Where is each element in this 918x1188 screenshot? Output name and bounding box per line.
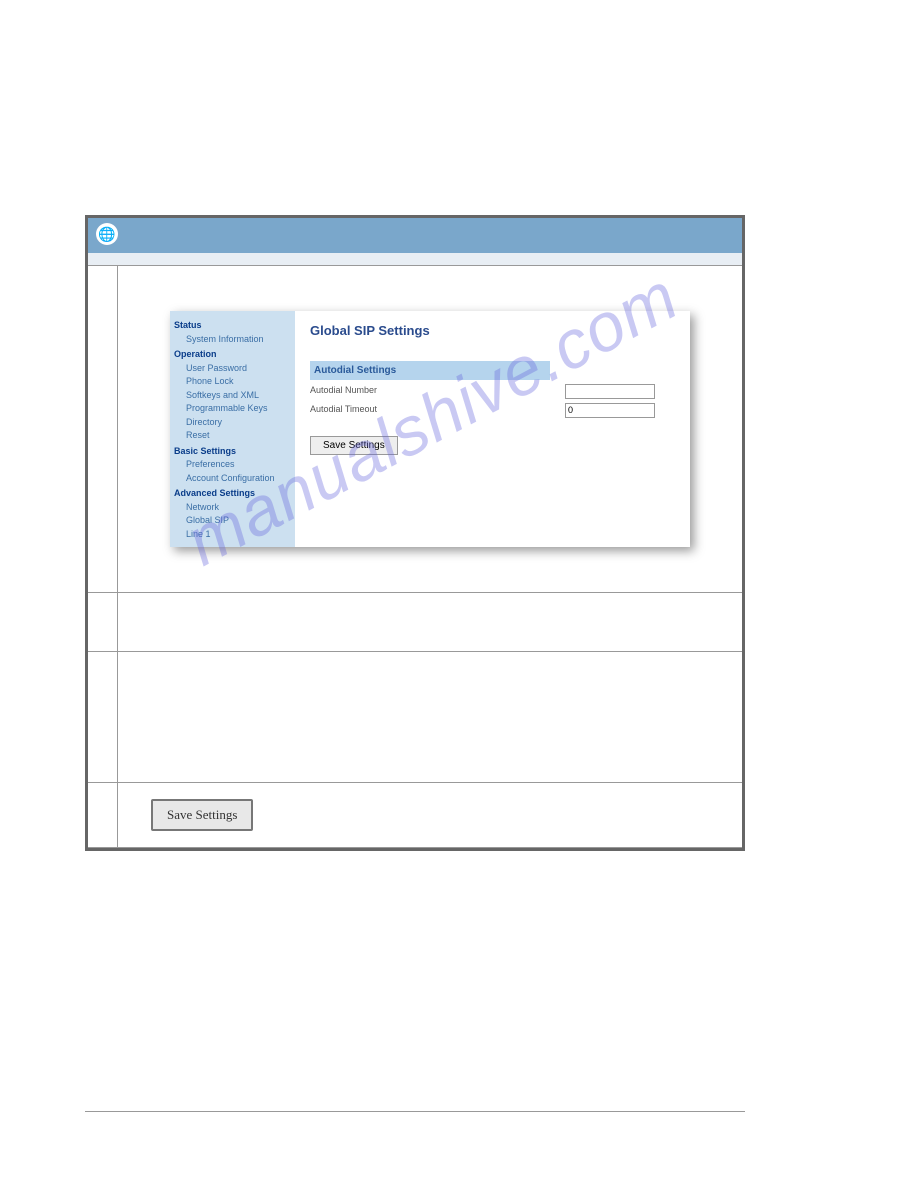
- table-row: Save Settings: [88, 782, 742, 848]
- main-panel: Global SIP Settings Autodial Settings Au…: [295, 311, 690, 547]
- sidebar-item-reset[interactable]: Reset: [174, 429, 291, 443]
- content-area: Status System Information Operation User…: [88, 265, 742, 848]
- sidebar-section-status: Status: [174, 319, 291, 333]
- sidebar-item-account-config[interactable]: Account Configuration: [174, 472, 291, 486]
- sub-bar: [88, 253, 742, 265]
- header-bar: [88, 218, 742, 253]
- page-footer: [85, 1111, 745, 1118]
- field-label: Autodial Number: [310, 384, 565, 398]
- autodial-timeout-input[interactable]: [565, 403, 655, 418]
- sidebar-item-softkeys-xml[interactable]: Softkeys and XML: [174, 389, 291, 403]
- sidebar-item-programmable-keys[interactable]: Programmable Keys: [174, 402, 291, 416]
- sidebar-item-system-information[interactable]: System Information: [174, 333, 291, 347]
- table-row: [88, 592, 742, 651]
- step-number: [88, 783, 118, 847]
- step-number: [88, 593, 118, 651]
- sidebar-section-basic: Basic Settings: [174, 445, 291, 459]
- page-container: Status System Information Operation User…: [85, 215, 745, 851]
- field-row-autodial-number: Autodial Number: [310, 384, 655, 399]
- step-content: Status System Information Operation User…: [118, 266, 742, 592]
- step-content: [118, 593, 742, 651]
- sidebar-item-user-password[interactable]: User Password: [174, 362, 291, 376]
- sidebar-item-network[interactable]: Network: [174, 501, 291, 515]
- autodial-number-input[interactable]: [565, 384, 655, 399]
- sidebar-section-operation: Operation: [174, 348, 291, 362]
- section-header-autodial: Autodial Settings: [310, 361, 550, 380]
- sidebar-item-line1[interactable]: Line 1: [174, 528, 291, 542]
- sidebar-section-advanced: Advanced Settings: [174, 487, 291, 501]
- save-settings-button[interactable]: Save Settings: [151, 799, 253, 831]
- step-number: [88, 652, 118, 782]
- save-settings-button-inner[interactable]: Save Settings: [310, 436, 398, 455]
- step-content: [118, 652, 742, 782]
- settings-screenshot: Status System Information Operation User…: [170, 311, 690, 547]
- globe-icon: [96, 223, 118, 245]
- sidebar-item-preferences[interactable]: Preferences: [174, 458, 291, 472]
- sidebar: Status System Information Operation User…: [170, 311, 295, 547]
- step-number: [88, 266, 118, 592]
- sidebar-item-global-sip[interactable]: Global SIP: [174, 514, 291, 528]
- field-row-autodial-timeout: Autodial Timeout: [310, 403, 655, 418]
- step-content: Save Settings: [118, 783, 742, 847]
- sidebar-item-directory[interactable]: Directory: [174, 416, 291, 430]
- table-row: [88, 651, 742, 782]
- field-label: Autodial Timeout: [310, 403, 565, 417]
- panel-title: Global SIP Settings: [310, 321, 675, 341]
- table-row: Status System Information Operation User…: [88, 265, 742, 592]
- sidebar-item-phone-lock[interactable]: Phone Lock: [174, 375, 291, 389]
